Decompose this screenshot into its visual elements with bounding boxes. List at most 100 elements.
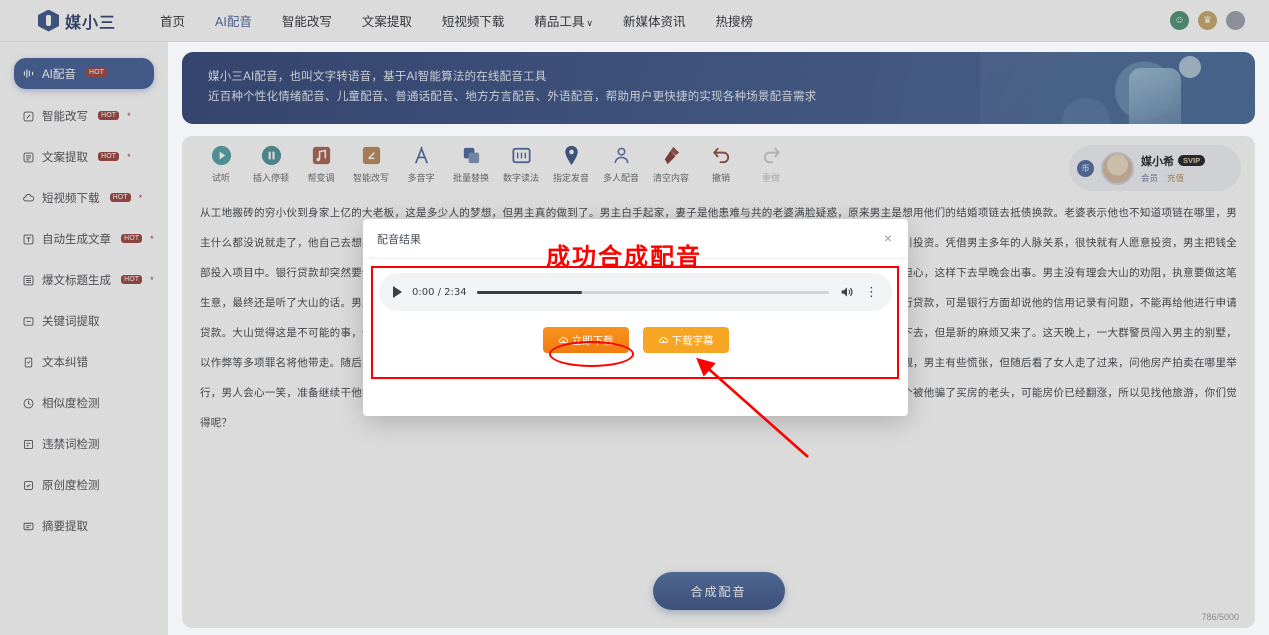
header-actions: ☺ ♛ <box>1170 11 1245 30</box>
tool-label: 指定发音 <box>552 173 589 183</box>
hot-badge: HOT <box>98 110 120 120</box>
nav-item-premium-tools[interactable]: 精品工具 ∨ <box>534 11 593 30</box>
nav-item-short-video-download[interactable]: 短视频下载 <box>442 11 505 30</box>
tool-label: 帮变调 <box>307 173 335 183</box>
vip-crown-icon[interactable]: ♛ <box>1198 11 1217 30</box>
verified-icon <box>22 479 35 492</box>
sidebar-item-viral-title[interactable]: 爆文标题生成 HOT * <box>14 269 154 291</box>
tool-tone-change[interactable]: 帮变调 <box>296 144 346 184</box>
left-sidebar: AI配音 HOT 智能改写 HOT * 文案提取 HOT * 短视频下载 HOT * … <box>0 42 168 635</box>
star-icon: * <box>127 111 131 121</box>
text-box-icon <box>22 233 35 246</box>
hot-badge: HOT <box>98 151 120 161</box>
tool-label: 撤销 <box>711 173 730 183</box>
player-time: 0:00 / 2:34 <box>412 286 467 298</box>
download-now-button[interactable]: 立即下载 <box>542 327 629 353</box>
nav-item-media-news[interactable]: 新媒体资讯 <box>623 11 686 30</box>
chevron-down-icon: ∨ <box>586 18 593 28</box>
sidebar-item-summary-extract[interactable]: 摘要提取 <box>14 515 154 537</box>
hot-badge: HOT <box>85 68 107 77</box>
sidebar-item-short-video-download[interactable]: 短视频下载 HOT * <box>14 187 154 209</box>
sidebar-item-originality-check[interactable]: 原创度检测 <box>14 474 154 496</box>
sidebar-item-smart-rewrite[interactable]: 智能改写 HOT * <box>14 105 154 127</box>
tool-insert-pause[interactable]: 插入停顿 <box>246 144 296 184</box>
sidebar-item-label: 原创度检测 <box>42 480 100 492</box>
tool-number-reading[interactable]: 数字读法 <box>496 144 546 184</box>
close-icon[interactable]: × <box>880 230 896 246</box>
user-avatar-icon[interactable] <box>1226 11 1245 30</box>
sidebar-item-banned-words[interactable]: 违禁词检测 <box>14 433 154 455</box>
waveform-icon <box>22 67 35 80</box>
annotation-title: 成功合成配音 <box>546 243 702 271</box>
tool-multi-speaker[interactable]: 多人配音 <box>596 144 646 184</box>
hot-badge: HOT <box>109 192 131 202</box>
sidebar-item-label: 相似度检测 <box>42 398 100 410</box>
nav-item-home[interactable]: 首页 <box>160 11 185 30</box>
sidebar-item-auto-article[interactable]: 自动生成文章 HOT * <box>14 228 154 250</box>
music-box-icon <box>310 144 333 167</box>
recharge-link[interactable]: 充值 <box>1167 172 1184 184</box>
modal-title: 配音结果 <box>377 233 421 246</box>
svip-badge: SVIP <box>1178 155 1206 166</box>
avatar[interactable] <box>1101 151 1134 185</box>
star-icon: * <box>127 152 131 162</box>
more-options-icon[interactable]: ⋮ <box>865 285 878 298</box>
star-icon: * <box>150 234 154 244</box>
tool-undo[interactable]: 撤销 <box>696 144 746 184</box>
tag-icon <box>22 315 35 328</box>
nav-item-copy-extract[interactable]: 文案提取 <box>362 11 412 30</box>
multi-user-icon <box>610 144 633 167</box>
logo-text: 媒小三 <box>65 14 117 32</box>
sidebar-item-similarity-check[interactable]: 相似度检测 <box>14 392 154 414</box>
nav-item-ai-dubbing[interactable]: AI配音 <box>215 11 252 30</box>
pause-circle-icon <box>260 144 283 167</box>
account-card[interactable]: 币 媒小希 SVIP 会员 充值 <box>1069 145 1241 191</box>
customer-service-icon[interactable]: ☺ <box>1170 11 1189 30</box>
tool-preview[interactable]: 试听 <box>196 144 246 184</box>
download-cloud-icon <box>558 335 569 346</box>
download-subtitle-button[interactable]: 下载字幕 <box>642 327 729 353</box>
summary-icon <box>22 520 35 533</box>
compose-dubbing-button[interactable]: 合成配音 <box>652 572 785 610</box>
tool-label: 批量替换 <box>452 173 489 183</box>
site-logo[interactable]: 媒小三 <box>38 9 116 33</box>
main-nav: 首页 AI配音 智能改写 文案提取 短视频下载 精品工具 ∨ 新媒体资讯 热搜榜 <box>160 11 753 30</box>
tool-clear-content[interactable]: 清空内容 <box>646 144 696 184</box>
progress-slider[interactable] <box>476 290 829 294</box>
sidebar-item-text-correction[interactable]: 文本纠错 <box>14 351 154 373</box>
sidebar-item-label: 文案提取 <box>42 152 88 164</box>
edit-box-icon <box>360 144 383 167</box>
tool-specify-pronunciation[interactable]: 指定发音 <box>546 144 596 184</box>
speaker-pin-icon <box>560 144 583 167</box>
sidebar-item-label: 关键词提取 <box>42 316 100 328</box>
tool-smart-rewrite[interactable]: 智能改写 <box>346 144 396 184</box>
progress-fill <box>476 290 583 294</box>
nav-item-smart-rewrite[interactable]: 智能改写 <box>282 11 332 30</box>
logo-icon <box>38 9 59 32</box>
sidebar-item-keyword-extract[interactable]: 关键词提取 <box>14 310 154 332</box>
star-icon: * <box>150 275 154 285</box>
tool-label: 清空内容 <box>652 173 689 183</box>
download-now-label: 立即下载 <box>571 334 614 347</box>
pen-square-icon <box>22 110 35 123</box>
tool-redo[interactable]: 重做 <box>746 144 796 184</box>
download-subtitle-label: 下载字幕 <box>671 334 714 347</box>
nav-item-hot-list[interactable]: 热搜榜 <box>716 11 754 30</box>
tool-label: 数字读法 <box>502 173 539 183</box>
audio-player[interactable]: 0:00 / 2:34 ⋮ <box>379 273 892 311</box>
doc-lines-icon <box>22 151 35 164</box>
coin-icon: 币 <box>1077 159 1094 177</box>
banner-illustration-icon <box>980 52 1245 124</box>
tool-batch-replace[interactable]: 批量替换 <box>446 144 496 184</box>
tool-label: 试听 <box>211 173 230 183</box>
compare-icon <box>22 397 35 410</box>
tool-polyphone[interactable]: 多音字 <box>396 144 446 184</box>
sidebar-item-ai-dubbing[interactable]: AI配音 HOT <box>14 58 154 89</box>
membership-link[interactable]: 会员 <box>1141 172 1158 184</box>
volume-icon[interactable] <box>839 284 855 300</box>
tool-label: 多音字 <box>407 173 435 183</box>
promo-banner: 媒小三AI配音，也叫文字转语音，基于AI智能算法的在线配音工具 近百种个性化情绪… <box>182 52 1255 124</box>
play-icon[interactable] <box>393 286 402 298</box>
sidebar-item-copy-extract[interactable]: 文案提取 HOT * <box>14 146 154 168</box>
shield-text-icon <box>22 438 35 451</box>
